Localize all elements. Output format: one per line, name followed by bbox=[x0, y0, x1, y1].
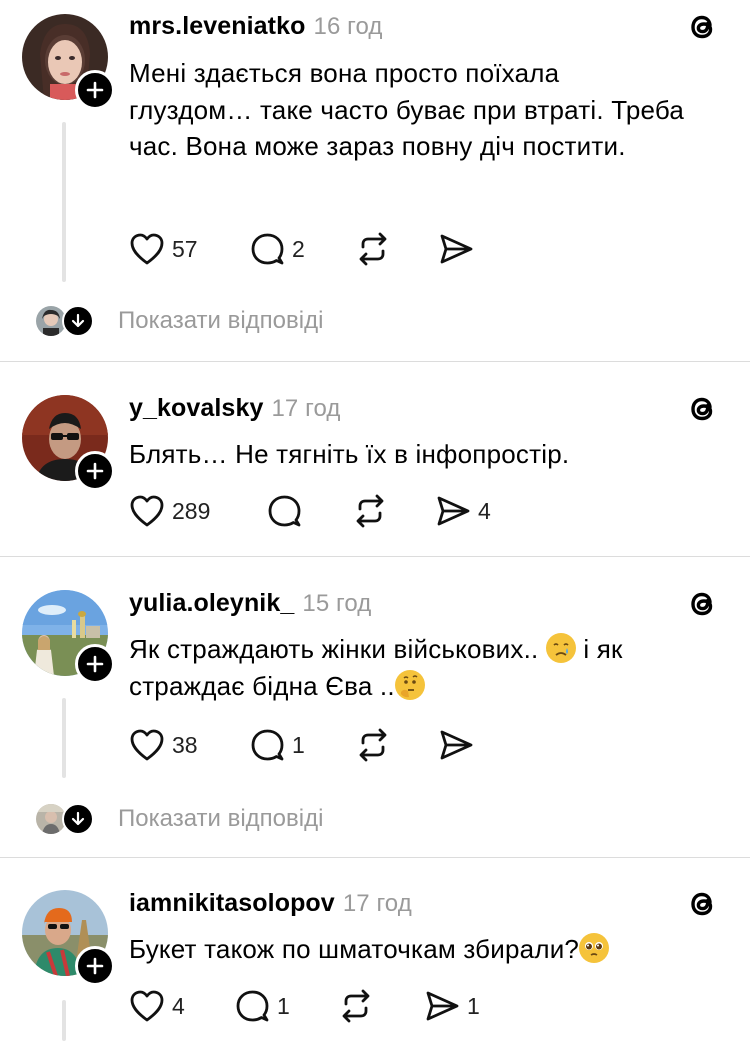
show-replies-link[interactable]: Показати відповіді bbox=[118, 307, 323, 335]
thread-line bbox=[62, 1000, 66, 1041]
like-button[interactable]: 4 bbox=[128, 987, 185, 1025]
heart-icon bbox=[130, 990, 164, 1022]
repost-button[interactable] bbox=[354, 230, 392, 268]
plus-icon bbox=[86, 957, 104, 975]
heart-icon bbox=[130, 495, 164, 527]
repost-button[interactable] bbox=[337, 987, 375, 1025]
divider bbox=[0, 556, 750, 557]
repost-icon bbox=[342, 989, 370, 1023]
share-icon bbox=[440, 730, 473, 760]
follow-button[interactable] bbox=[75, 70, 115, 110]
share-button[interactable]: 4 bbox=[434, 492, 491, 530]
username[interactable]: iamnikitasolopov 17 год bbox=[129, 889, 412, 918]
timestamp: 17 год bbox=[271, 395, 341, 422]
plus-icon bbox=[86, 81, 104, 99]
comment-button[interactable]: 1 bbox=[248, 726, 305, 764]
comment-icon bbox=[236, 990, 269, 1022]
share-button[interactable]: 1 bbox=[423, 987, 480, 1025]
show-replies-link[interactable]: Показати відповіді bbox=[118, 805, 323, 833]
follow-button[interactable] bbox=[75, 451, 115, 491]
share-count: 4 bbox=[478, 497, 491, 524]
comment-text: Мені здається вона просто поїхала глуздо… bbox=[129, 58, 685, 161]
repost-icon bbox=[359, 232, 387, 266]
like-count: 57 bbox=[172, 235, 198, 262]
comment-button[interactable]: 1 bbox=[233, 987, 290, 1025]
comment-text: Букет також по шматочкам збирали? bbox=[129, 931, 719, 968]
comment-icon bbox=[268, 495, 301, 527]
like-button[interactable]: 57 bbox=[128, 230, 198, 268]
repost-icon bbox=[356, 494, 384, 528]
threads-icon[interactable] bbox=[683, 885, 721, 923]
plus-icon bbox=[86, 462, 104, 480]
timestamp: 16 год bbox=[313, 13, 383, 40]
comment-button[interactable]: 2 bbox=[248, 230, 305, 268]
show-replies-row[interactable]: Показати відповіді bbox=[34, 802, 323, 836]
like-count: 38 bbox=[172, 731, 198, 758]
like-count: 4 bbox=[172, 992, 185, 1019]
timestamp: 17 год bbox=[342, 890, 412, 917]
thread-line bbox=[62, 122, 66, 282]
share-icon bbox=[440, 234, 473, 264]
heart-icon bbox=[130, 233, 164, 265]
like-count: 289 bbox=[172, 497, 211, 524]
like-button[interactable]: 289 bbox=[128, 492, 210, 530]
threads-icon[interactable] bbox=[683, 585, 721, 623]
repost-button[interactable] bbox=[354, 726, 392, 764]
comment-count: 1 bbox=[277, 992, 290, 1019]
thread-line bbox=[62, 698, 66, 778]
plus-icon bbox=[86, 655, 104, 673]
comment-text: Блять… Не тягніть їх в інфопростір. bbox=[129, 439, 570, 469]
username[interactable]: mrs.leveniatko 16 год bbox=[129, 12, 383, 41]
repost-icon bbox=[359, 728, 387, 762]
share-button[interactable] bbox=[437, 230, 475, 268]
share-icon bbox=[426, 991, 459, 1021]
threads-icon[interactable] bbox=[683, 390, 721, 428]
arrow-down-icon bbox=[62, 305, 94, 337]
heart-icon bbox=[130, 729, 164, 761]
username[interactable]: yulia.oleynik_ 15 год bbox=[129, 589, 371, 618]
share-button[interactable] bbox=[437, 726, 475, 764]
crying-face-emoji bbox=[545, 633, 576, 663]
threads-icon[interactable] bbox=[683, 8, 721, 46]
comment-icon bbox=[251, 233, 284, 265]
comment-icon bbox=[251, 729, 284, 761]
share-icon bbox=[437, 496, 470, 526]
username[interactable]: y_kovalsky 17 год bbox=[129, 394, 340, 423]
comment-text: Як страждають жінки військових.. і як ст… bbox=[129, 633, 623, 701]
like-button[interactable]: 38 bbox=[128, 726, 198, 764]
show-replies-row[interactable]: Показати відповіді bbox=[34, 304, 323, 338]
pleading-face-emoji bbox=[579, 933, 610, 963]
comment-count: 2 bbox=[292, 235, 305, 262]
follow-button[interactable] bbox=[75, 644, 115, 684]
follow-button[interactable] bbox=[75, 946, 115, 986]
divider bbox=[0, 857, 750, 858]
thinking-face-emoji bbox=[394, 669, 425, 700]
timestamp: 15 год bbox=[302, 590, 372, 617]
comment-button[interactable] bbox=[265, 492, 309, 530]
divider bbox=[0, 361, 750, 362]
arrow-down-icon bbox=[62, 803, 94, 835]
share-count: 1 bbox=[467, 992, 480, 1019]
repost-button[interactable] bbox=[351, 492, 389, 530]
comment-count: 1 bbox=[292, 731, 305, 758]
